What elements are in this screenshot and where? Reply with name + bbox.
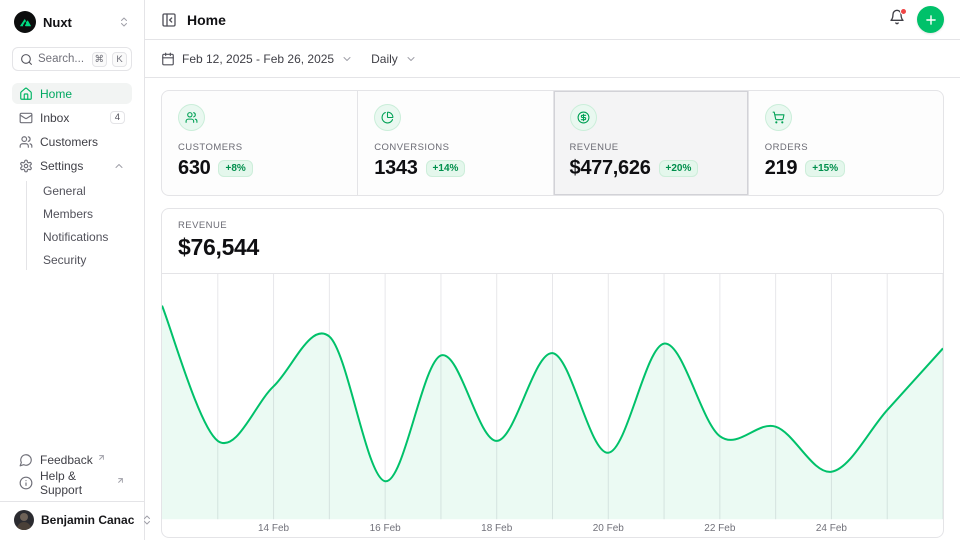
footer-item-label: Feedback [40,453,93,467]
period-select[interactable]: Daily [371,52,417,66]
date-range-value: Feb 12, 2025 - Feb 26, 2025 [182,52,334,66]
search-icon [20,53,33,66]
stat-card-customers[interactable]: CUSTOMERS 630 +8% [162,91,357,195]
sidebar-item-settings[interactable]: Settings [12,155,132,176]
info-circle-icon [19,476,33,490]
main-area: Home Feb 12, 2025 - Feb 26, 2025 Daily [145,0,960,540]
chevron-up-icon [113,160,125,172]
stat-label: REVENUE [570,142,732,153]
users-icon [178,104,205,131]
home-icon [19,87,33,101]
add-button[interactable] [917,6,944,33]
panel-left-close-icon[interactable] [161,12,177,28]
dashboard-content: CUSTOMERS 630 +8% CONVERSIONS 1343 +14% [145,78,960,540]
settings-sub-list: General Members Notifications Security [26,181,132,270]
sidebar-item-label: Settings [40,159,106,173]
sidebar-item-label: Customers [40,135,125,149]
sub-item-label: Security [43,253,86,267]
sidebar-item-notifications[interactable]: Notifications [37,227,132,247]
sub-item-label: Members [43,207,93,221]
chevron-down-icon [405,53,417,65]
dollar-sign-icon [570,104,597,131]
x-axis-tick-label: 14 Feb [258,523,290,534]
kbd-meta: ⌘ [92,52,108,67]
chart-plot-area[interactable]: 14 Feb 16 Feb 18 Feb 20 Feb 22 Feb 24 Feb [162,274,943,537]
stat-card-conversions[interactable]: CONVERSIONS 1343 +14% [357,91,552,195]
stat-value: 219 [765,157,797,180]
feedback-link[interactable]: Feedback [12,450,132,470]
shopping-cart-icon [765,104,792,131]
sidebar-item-customers[interactable]: Customers [12,131,132,152]
nuxt-logo-icon [14,11,36,33]
team-switcher[interactable]: Nuxt [12,10,132,34]
delta-badge: +8% [218,160,252,177]
stat-label: CONVERSIONS [374,142,536,153]
area-chart[interactable]: 14 Feb 16 Feb 18 Feb 20 Feb 22 Feb 24 Feb [162,274,943,537]
gear-icon [19,159,33,173]
inbox-count-badge: 4 [110,111,125,125]
sidebar-item-label: Home [40,87,125,101]
date-range-picker[interactable]: Feb 12, 2025 - Feb 26, 2025 [161,52,353,66]
sub-item-label: Notifications [43,230,108,244]
x-axis-tick-label: 20 Feb [593,523,625,534]
period-value: Daily [371,52,398,66]
filters-toolbar: Feb 12, 2025 - Feb 26, 2025 Daily [145,40,960,78]
notifications-button[interactable] [887,7,907,32]
page-header: Home [145,0,960,40]
user-name: Benjamin Canac [41,513,134,527]
sub-item-label: General [43,184,86,198]
notification-dot [900,8,907,15]
user-menu[interactable]: Benjamin Canac [0,501,144,532]
stat-card-orders[interactable]: ORDERS 219 +15% [748,91,943,195]
stat-label: CUSTOMERS [178,142,341,153]
arrow-up-right-icon [116,476,125,485]
sidebar: Nuxt Search... ⌘ K Home [0,0,145,540]
revenue-chart-card: REVENUE $76,544 14 Feb 16 Feb 18 Feb 20 Feb… [161,208,944,538]
x-axis-tick-label: 18 Feb [481,523,513,534]
x-axis-tick-label: 16 Feb [370,523,402,534]
message-circle-icon [19,453,33,467]
sidebar-item-inbox[interactable]: Inbox 4 [12,107,132,128]
sidebar-footer: Feedback Help & Support [12,450,132,499]
sidebar-item-home[interactable]: Home [12,83,132,104]
stat-value: 1343 [374,157,417,180]
x-axis-tick-label: 22 Feb [704,523,736,534]
stat-value: $477,626 [570,157,651,180]
chevron-down-icon [341,53,353,65]
sidebar-nav: Home Inbox 4 Customers Settings [12,83,132,270]
search-input[interactable]: Search... ⌘ K [12,47,132,71]
app-window: Nuxt Search... ⌘ K Home [0,0,960,540]
help-support-link[interactable]: Help & Support [12,473,132,493]
sidebar-item-general[interactable]: General [37,181,132,201]
page-title: Home [187,12,877,28]
sidebar-item-security[interactable]: Security [37,250,132,270]
stat-label: ORDERS [765,142,927,153]
mail-icon [19,111,33,125]
kbd-k: K [112,52,127,67]
search-placeholder: Search... [38,53,87,65]
stat-value: 630 [178,157,210,180]
workspace-name: Nuxt [43,15,111,30]
footer-item-label: Help & Support [40,469,112,497]
avatar [14,510,34,530]
chart-header: REVENUE $76,544 [162,209,943,274]
sidebar-item-label: Inbox [40,111,103,125]
pie-chart-icon [374,104,401,131]
plus-icon [924,13,938,27]
users-icon [19,135,33,149]
x-axis-tick-label: 24 Feb [816,523,848,534]
stat-card-revenue[interactable]: REVENUE $477,626 +20% [553,91,748,195]
arrow-up-right-icon [97,453,106,462]
sidebar-spacer [12,270,132,450]
delta-badge: +15% [805,160,845,177]
delta-badge: +14% [426,160,466,177]
chart-metric-label: REVENUE [178,220,927,231]
stats-row: CUSTOMERS 630 +8% CONVERSIONS 1343 +14% [161,90,944,196]
sidebar-item-members[interactable]: Members [37,204,132,224]
delta-badge: +20% [659,160,699,177]
chevrons-up-down-icon [118,16,130,28]
calendar-icon [161,52,175,66]
chart-metric-value: $76,544 [178,234,927,261]
